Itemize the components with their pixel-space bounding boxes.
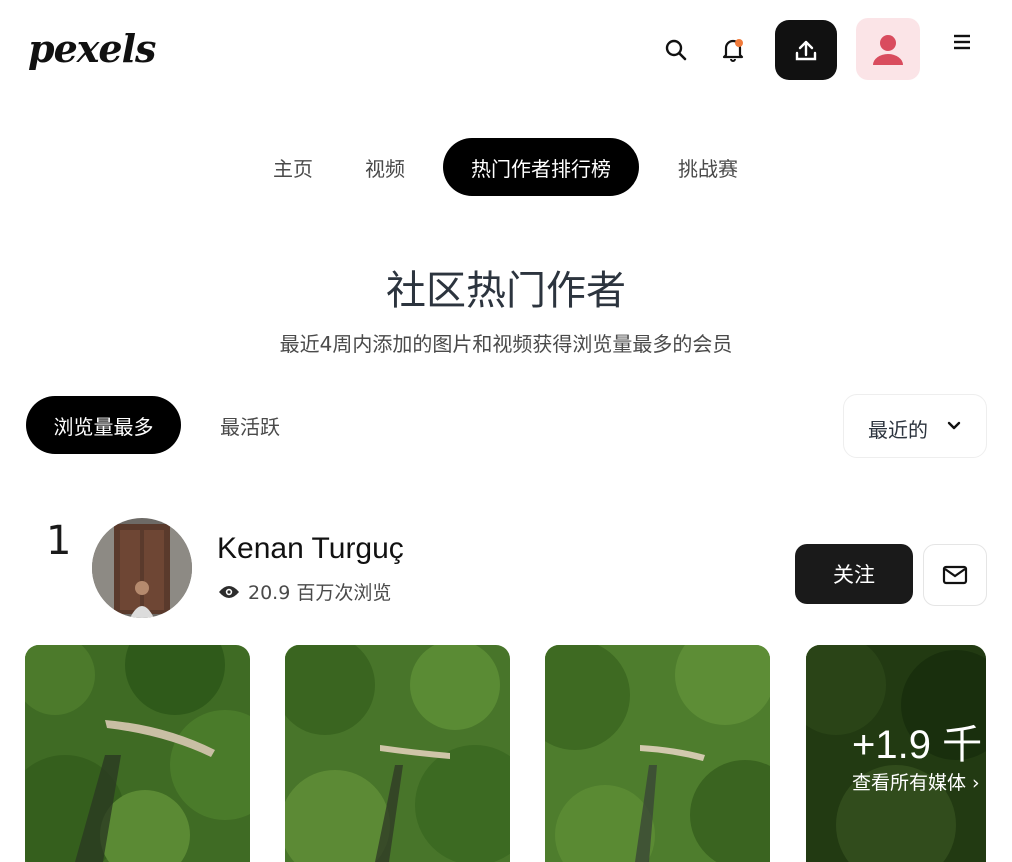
view-all-media-link[interactable]: 查看所有媒体 › — [852, 768, 980, 795]
page-subtitle: 最近4周内添加的图片和视频获得浏览量最多的会员 — [279, 332, 733, 356]
sort-label[interactable]: 最近的 — [868, 414, 928, 443]
chevron-down-icon[interactable] — [941, 414, 967, 438]
creator-avatar[interactable] — [92, 518, 192, 618]
creator-views: 20.9 百万次浏览 — [218, 578, 391, 605]
views-count: 20.9 百万次浏览 — [248, 582, 392, 604]
media-thumbnail[interactable] — [25, 645, 250, 862]
bell-icon[interactable] — [719, 36, 747, 64]
user-avatar-button[interactable] — [856, 18, 920, 80]
upload-icon — [795, 40, 817, 61]
tab-leaderboard[interactable]: 热门作者排行榜 — [443, 138, 639, 196]
page-title: 社区热门作者 — [386, 268, 626, 314]
search-icon[interactable] — [662, 36, 690, 64]
media-thumbnail[interactable] — [545, 645, 770, 862]
tab-challenges[interactable]: 挑战赛 — [652, 138, 764, 196]
menu-icon[interactable] — [950, 28, 974, 56]
tab-videos[interactable]: 视频 — [339, 138, 431, 196]
media-thumbnail[interactable] — [285, 645, 510, 862]
creator-name[interactable]: Kenan Turguç — [217, 532, 404, 566]
filter-most-viewed[interactable]: 浏览量最多 — [26, 396, 181, 454]
pexels-logo[interactable]: pexels — [28, 24, 156, 74]
user-avatar-icon — [873, 35, 903, 65]
tab-home[interactable]: 主页 — [247, 138, 339, 196]
upload-button[interactable] — [775, 20, 837, 80]
more-media-count: +1.9 千 — [852, 723, 983, 767]
eye-icon — [219, 585, 239, 598]
follow-button[interactable]: 关注 — [795, 544, 913, 604]
filter-most-active[interactable]: 最活跃 — [194, 396, 306, 454]
mail-icon — [942, 565, 968, 585]
rank-number: 1 — [46, 518, 72, 564]
message-button[interactable] — [923, 544, 987, 606]
